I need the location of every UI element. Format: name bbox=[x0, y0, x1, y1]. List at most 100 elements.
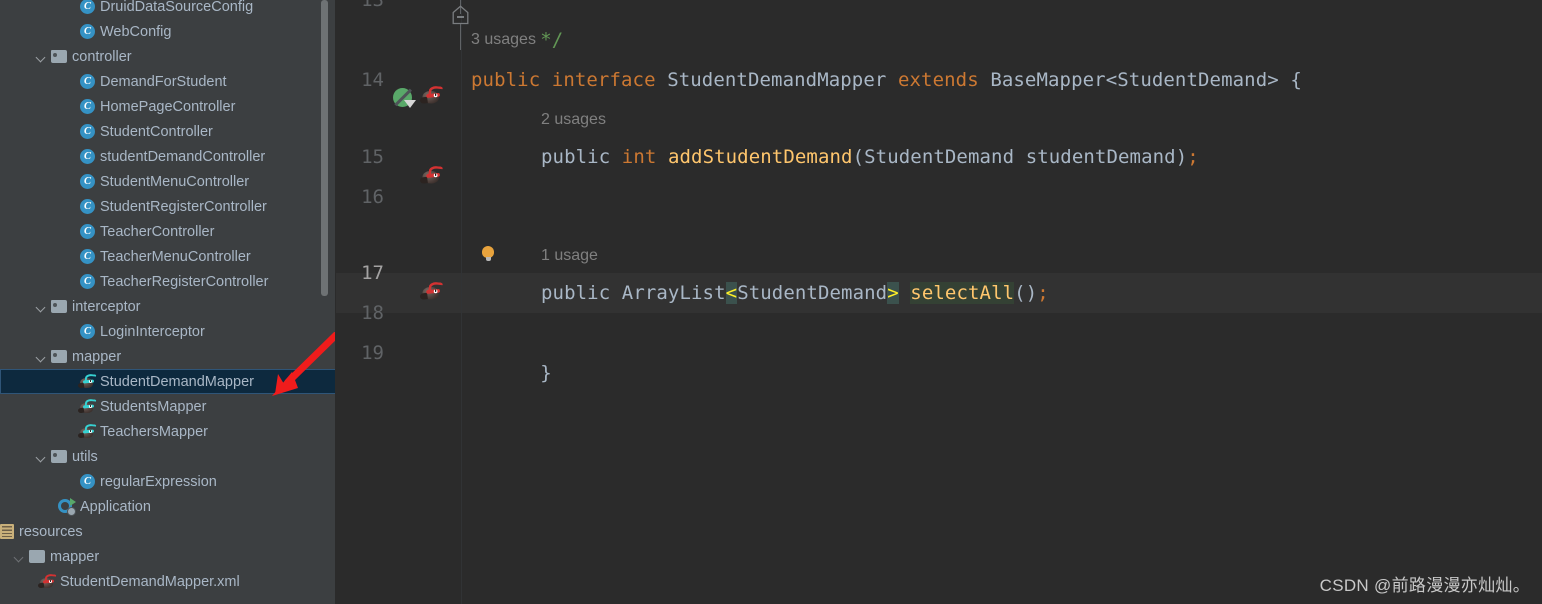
resources-icon bbox=[0, 524, 14, 539]
mybatis-bird-icon[interactable] bbox=[419, 85, 444, 107]
tree-item[interactable]: Application bbox=[0, 494, 336, 519]
sidebar-scrollbar-track[interactable] bbox=[321, 0, 332, 604]
tree-item[interactable]: controller bbox=[0, 44, 336, 69]
intention-bulb-icon[interactable] bbox=[482, 246, 494, 262]
generic-type: StudentDemand bbox=[737, 282, 888, 304]
line-number: 19 bbox=[361, 342, 384, 364]
tree-item-label: regularExpression bbox=[100, 473, 217, 490]
gutter-separator bbox=[461, 0, 462, 604]
tree-item-label: StudentController bbox=[100, 123, 213, 140]
tree-item-label: Application bbox=[80, 498, 151, 515]
class-icon: C bbox=[80, 149, 95, 164]
class-icon: C bbox=[80, 124, 95, 139]
keyword-int: int bbox=[621, 146, 657, 168]
usages-hint[interactable]: 3 usages bbox=[471, 20, 536, 60]
tree-item[interactable]: TeachersMapper bbox=[0, 419, 336, 444]
sidebar-scrollbar-thumb[interactable] bbox=[321, 0, 328, 296]
tree-item-label: DemandForStudent bbox=[100, 73, 227, 90]
folder-icon bbox=[51, 300, 67, 313]
tree-item[interactable]: C DruidDataSourceConfig bbox=[0, 0, 336, 19]
tree-item[interactable]: C StudentRegisterController bbox=[0, 194, 336, 219]
usages-hint[interactable]: 1 usage bbox=[541, 236, 598, 276]
tree-item[interactable]: StudentsMapper bbox=[0, 394, 336, 419]
line-number: 18 bbox=[361, 302, 384, 324]
tree-item-selected[interactable]: StudentDemandMapper bbox=[0, 369, 336, 394]
tree-item[interactable]: interceptor bbox=[0, 294, 336, 319]
csdn-watermark: CSDN @前路漫漫亦灿灿。 bbox=[1319, 576, 1530, 595]
line-number: 15 bbox=[361, 146, 384, 168]
tree-item-label: TeacherRegisterController bbox=[100, 273, 269, 290]
tree-item[interactable]: C LoginInterceptor bbox=[0, 319, 336, 344]
tree-item[interactable]: resources bbox=[0, 519, 336, 544]
keyword-interface: interface bbox=[551, 69, 656, 91]
tree-item-label: StudentsMapper bbox=[100, 398, 207, 415]
tree-item[interactable]: C TeacherMenuController bbox=[0, 244, 336, 269]
tree-item-label: mapper bbox=[50, 548, 100, 565]
tree-item[interactable]: mapper bbox=[0, 544, 336, 569]
chevron-down-icon[interactable] bbox=[36, 451, 48, 463]
tree-item-label: StudentRegisterController bbox=[100, 198, 267, 215]
code-editor[interactable]: 13 14 15 16 17 18 19 */ 3 usages public … bbox=[336, 0, 1542, 604]
class-icon: C bbox=[80, 249, 95, 264]
generic-close-bracket: > bbox=[887, 282, 899, 304]
chevron-down-icon[interactable] bbox=[36, 351, 48, 363]
interface-name: StudentDemandMapper bbox=[667, 69, 887, 91]
tree-item[interactable]: C StudentController bbox=[0, 119, 336, 144]
paren-close: ) bbox=[1175, 146, 1188, 168]
line-number: 14 bbox=[361, 69, 384, 91]
semicolon: ; bbox=[1037, 282, 1049, 304]
param-name: studentDemand bbox=[1025, 146, 1176, 168]
class-icon: C bbox=[80, 74, 95, 89]
tree-item[interactable]: utils bbox=[0, 444, 336, 469]
tree-item[interactable]: CregularExpression bbox=[0, 469, 336, 494]
class-icon: C bbox=[80, 224, 95, 239]
tree-item-label: utils bbox=[72, 448, 98, 465]
code-line-14[interactable]: public interface StudentDemandMapper ext… bbox=[471, 60, 1302, 100]
tree-item-label: LoginInterceptor bbox=[100, 323, 205, 340]
chevron-down-icon[interactable] bbox=[14, 551, 26, 563]
code-line-15[interactable]: public int addStudentDemand(StudentDeman… bbox=[541, 137, 1199, 177]
tree-item-label: interceptor bbox=[72, 298, 141, 315]
tree-item[interactable]: mapper bbox=[0, 344, 336, 369]
method-name: selectAll bbox=[910, 282, 1015, 304]
paren-open: ( bbox=[852, 146, 865, 168]
mybatis-bird-icon[interactable] bbox=[419, 165, 443, 184]
tree-item[interactable]: C StudentMenuController bbox=[0, 169, 336, 194]
chevron-down-icon[interactable] bbox=[36, 51, 48, 63]
tree-item-label: TeacherController bbox=[100, 223, 215, 240]
usages-hint[interactable]: 2 usages bbox=[541, 100, 606, 140]
tree-item[interactable]: C TeacherRegisterController bbox=[0, 269, 336, 294]
tree-item[interactable]: C TeacherController bbox=[0, 219, 336, 244]
modifier-public: public bbox=[541, 146, 611, 168]
tree-item[interactable]: StudentDemandMapper.xml bbox=[0, 569, 336, 594]
fold-end-marker[interactable] bbox=[452, 5, 469, 25]
folder-icon bbox=[51, 50, 67, 63]
super-interface: BaseMapper<StudentDemand> bbox=[990, 69, 1279, 91]
generic-open-bracket: < bbox=[725, 282, 738, 304]
code-line-17[interactable]: public ArrayList<StudentDemand> selectAl… bbox=[541, 273, 1049, 313]
tree-item-label: WebConfig bbox=[100, 23, 172, 40]
keyword-extends: extends bbox=[897, 69, 979, 91]
tree-item[interactable]: C DemandForStudent bbox=[0, 69, 336, 94]
tree-item[interactable]: C WebConfig bbox=[0, 19, 336, 44]
semicolon: ; bbox=[1187, 146, 1199, 168]
mybatis-xml-icon bbox=[37, 573, 57, 589]
ide-window: C DruidDataSourceConfig C WebConfig controll… bbox=[0, 0, 1542, 604]
tree-item[interactable]: CstudentDemandController bbox=[0, 144, 336, 169]
spring-application-icon bbox=[58, 497, 76, 516]
mybatis-bird-icon[interactable] bbox=[419, 281, 443, 300]
brace-open: { bbox=[1290, 69, 1302, 91]
line-number: 16 bbox=[361, 186, 384, 208]
class-icon: C bbox=[80, 24, 95, 39]
modifier-public: public bbox=[541, 282, 611, 304]
run-gutter-icon[interactable] bbox=[393, 88, 416, 108]
tree-item-label: DruidDataSourceConfig bbox=[100, 0, 254, 15]
tree-item-label: TeachersMapper bbox=[100, 423, 208, 440]
class-icon: C bbox=[80, 274, 95, 289]
chevron-down-icon[interactable] bbox=[36, 301, 48, 313]
tree-item-label: resources bbox=[19, 523, 83, 540]
return-type: ArrayList bbox=[621, 282, 726, 304]
code-line-18[interactable]: } bbox=[471, 313, 552, 433]
tree-item[interactable]: C HomePageController bbox=[0, 94, 336, 119]
project-tree-panel[interactable]: C DruidDataSourceConfig C WebConfig controll… bbox=[0, 0, 336, 604]
